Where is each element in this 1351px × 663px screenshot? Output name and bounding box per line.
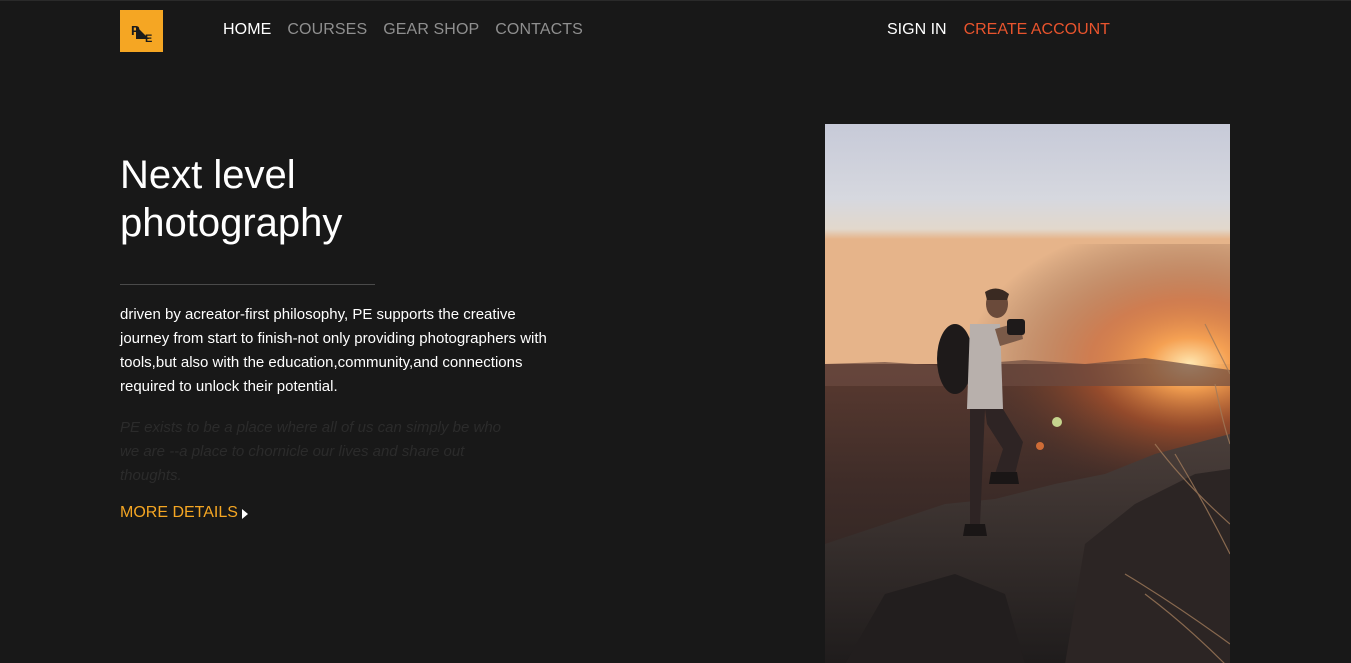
sign-in-link[interactable]: SIGN IN [887,21,947,39]
nav-item-courses[interactable]: COURSES [287,21,367,39]
auth-links: SIGN IN CREATE ACCOUNT [887,21,1110,39]
logo-letter-p: P [131,23,140,38]
caret-right-icon [241,508,248,519]
hero-title-line2: photography [120,201,343,245]
hero-title: Next level photography [120,151,520,247]
page: P E HOME COURSES GEAR SHOP CONTACTS SIGN… [0,0,1351,663]
more-details-link[interactable]: MORE DETAILS [120,504,248,522]
more-details-label: MORE DETAILS [120,504,238,521]
nav-item-gear-shop[interactable]: GEAR SHOP [383,21,479,39]
pe-logo-icon[interactable]: P E [120,10,163,52]
nav-item-contacts[interactable]: CONTACTS [495,21,583,39]
hero-description: driven by acreator-first philosophy, PE … [120,306,547,395]
logo-letter-e: E [145,33,152,45]
hero-title-line1: Next level [120,153,296,197]
create-account-link[interactable]: CREATE ACCOUNT [964,21,1110,39]
nav-item-home[interactable]: HOME [223,21,271,39]
hiker-photographer-at-sunset-image [825,124,1230,663]
hero-faded-text: PE exists to be a place where all of us … [120,419,502,484]
hero-divider [120,284,375,285]
main-nav: HOME COURSES GEAR SHOP CONTACTS [223,21,583,39]
